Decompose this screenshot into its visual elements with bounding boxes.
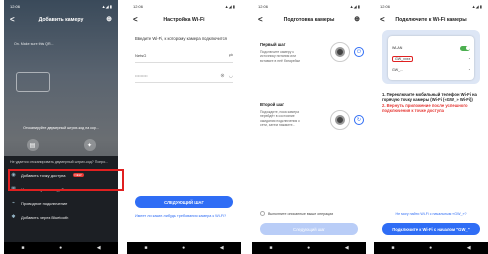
status-bar: 12:06 ▲◢ ▮ <box>127 0 241 12</box>
step-2-text: Подождите, пока камера перейдёт в состоя… <box>260 110 300 127</box>
camera-image <box>330 42 350 62</box>
scan-hint: Отсканируйте двумерный штрих-код на кор.… <box>23 126 99 130</box>
sheet-title: Не удается отсканировать двумерный штрих… <box>10 160 109 164</box>
qr-frame <box>16 72 50 92</box>
nav-back-icon[interactable]: ◀ <box>467 245 471 251</box>
item-label: Добавить через Bluetooth <box>21 214 69 220</box>
swap-icon[interactable]: ⇄ <box>229 53 233 59</box>
page-title: Добавить камеру <box>38 17 84 23</box>
status-bar: 12:06 ▲◢ ▮ <box>4 0 118 12</box>
status-time: 12:06 <box>380 3 391 9</box>
flashlight-icon[interactable]: ✦ <box>83 139 96 151</box>
back-icon[interactable]: < <box>380 15 385 24</box>
step-1-text: Подключите камеру к источнику питания ил… <box>260 50 300 63</box>
settings-icon[interactable]: ⊕ <box>106 15 112 23</box>
recents-icon[interactable]: ■ <box>269 245 272 251</box>
wired-item[interactable]: ⌁ Проводное подключение <box>4 196 118 210</box>
nav-back-icon[interactable]: ◀ <box>97 245 101 251</box>
screen-prepare-camera: 12:06 ▲◢ ▮ < Подготовка камеры ⊕ Первый … <box>252 0 366 254</box>
screen-wifi-setup: 12:06 ▲◢ ▮ < Настройка Wi-Fi Введите Wi-… <box>127 0 241 254</box>
wifi-icon: ◔ <box>467 57 470 61</box>
status-icons: ▲◢ ▮ <box>224 3 235 9</box>
nav-back-icon[interactable]: ◀ <box>220 245 224 251</box>
system-nav: ■ ● ◀ <box>4 242 118 254</box>
instruction-2: 2. Вернуть приложение после успешного по… <box>382 102 468 114</box>
bluetooth-item[interactable]: ✱ Добавить через Bluetooth <box>4 210 118 224</box>
back-icon[interactable]: < <box>10 15 15 24</box>
recents-icon[interactable]: ■ <box>391 245 394 251</box>
next-step-button[interactable]: Следующий шаг <box>260 223 358 235</box>
power-icon: ⏻ <box>354 47 364 57</box>
password-field[interactable]: ••••••••• ⊗ ◡ <box>135 69 233 84</box>
instruction-1: 1. Переключите мобильный телефон Wi-Fi н… <box>382 92 477 103</box>
header: < Настройка Wi-Fi <box>127 12 241 28</box>
status-time: 12:06 <box>133 3 144 9</box>
cable-icon: ⌁ <box>11 200 15 206</box>
next-step-button[interactable]: СЛЕДУЮЩИЙ ШАГ <box>135 196 233 208</box>
status-time: 12:06 <box>10 3 21 9</box>
page-title: Настройка Wi-Fi <box>163 17 205 23</box>
back-icon[interactable]: < <box>133 15 138 24</box>
header: < Подготовка камеры ⊕ <box>252 12 366 28</box>
status-icons: ▲◢ ▮ <box>349 3 360 9</box>
checkbox-circle[interactable] <box>260 211 265 216</box>
status-icons: ▲◢ ▮ <box>471 3 482 9</box>
wifi-prompt: Введите Wi-Fi, к которому камера подключ… <box>135 36 227 41</box>
recents-icon[interactable]: ■ <box>21 245 24 251</box>
bluetooth-icon: ✱ <box>11 214 16 220</box>
network-name: GW_xxxx <box>392 56 414 62</box>
eye-icon[interactable]: ◡ <box>229 73 233 79</box>
home-icon[interactable]: ● <box>307 245 310 251</box>
home-icon[interactable]: ● <box>429 245 432 251</box>
reset-icon: ↻ <box>354 115 364 125</box>
wifi-icon: ◔ <box>467 68 470 72</box>
password-value: ••••••••• <box>135 73 148 79</box>
step-2-title: Второй шаг <box>260 102 284 107</box>
header: < Добавить камеру ⊕ <box>4 12 118 28</box>
clear-icon[interactable]: ⊗ <box>220 73 224 79</box>
header: < Подключите к Wi-Fi камеры <box>374 12 488 28</box>
checkbox-label: Выполните описанные выше операции <box>268 211 334 216</box>
screen-connect-camera-wifi: 12:06 ▲◢ ▮ < Подключите к Wi-Fi камеры W… <box>374 0 488 254</box>
scan-tools: ▤ ✦ <box>4 139 118 151</box>
page-title: Подготовка камеры <box>283 17 335 23</box>
home-icon[interactable]: ● <box>59 245 62 251</box>
wlan-toggle <box>460 45 470 51</box>
network-name: GW_... <box>392 68 404 72</box>
status-bar: 12:06 ▲◢ ▮ <box>252 0 366 12</box>
system-nav: ■ ● ◀ <box>252 242 366 254</box>
instructions: 1. Переключите мобильный телефон Wi-Fi н… <box>382 92 486 114</box>
wlan-row: WLAN <box>392 44 470 52</box>
system-nav: ■ ● ◀ <box>127 242 241 254</box>
ssid-value: NetsG <box>135 53 147 59</box>
system-nav: ■ ● ◀ <box>374 242 488 254</box>
home-icon[interactable]: ● <box>182 245 185 251</box>
item-label: Проводное подключение <box>21 200 68 206</box>
status-time: 12:06 <box>258 3 269 9</box>
album-icon[interactable]: ▤ <box>26 139 39 151</box>
help-icon[interactable]: ⊕ <box>354 15 360 23</box>
network-row-1: GW_xxxx ◔ <box>392 55 470 63</box>
network-row-2: GW_... ◔ <box>392 66 470 74</box>
nav-back-icon[interactable]: ◀ <box>345 245 349 251</box>
connect-wifi-button[interactable]: Подключите к Wi-Fi с началом "GW_" <box>382 223 480 235</box>
status-icons: ▲◢ ▮ <box>101 3 112 9</box>
screen-add-camera: 12:06 ▲◢ ▮ < Добавить камеру ⊕ On. Make … <box>4 0 118 254</box>
page-title: Подключите к Wi-Fi камеры <box>395 17 467 23</box>
confirm-checkbox[interactable]: Выполните описанные выше операции <box>260 211 362 216</box>
ssid-field[interactable]: NetsG ⇄ <box>135 49 233 64</box>
scan-blurb: On. Make sure this QR... <box>14 42 54 46</box>
wifi-requirements-link[interactable]: Имеет ли какие-нибудь требования камера … <box>135 214 235 219</box>
camera-image <box>330 110 350 130</box>
wlan-label: WLAN <box>392 46 403 50</box>
cannot-find-wifi-link[interactable]: Не могу найти Wi-Fi с начальным «GW_»? <box>374 212 488 216</box>
status-bar: 12:06 ▲◢ ▮ <box>374 0 488 12</box>
back-icon[interactable]: < <box>258 15 263 24</box>
highlight-box <box>8 169 124 191</box>
recents-icon[interactable]: ■ <box>144 245 147 251</box>
